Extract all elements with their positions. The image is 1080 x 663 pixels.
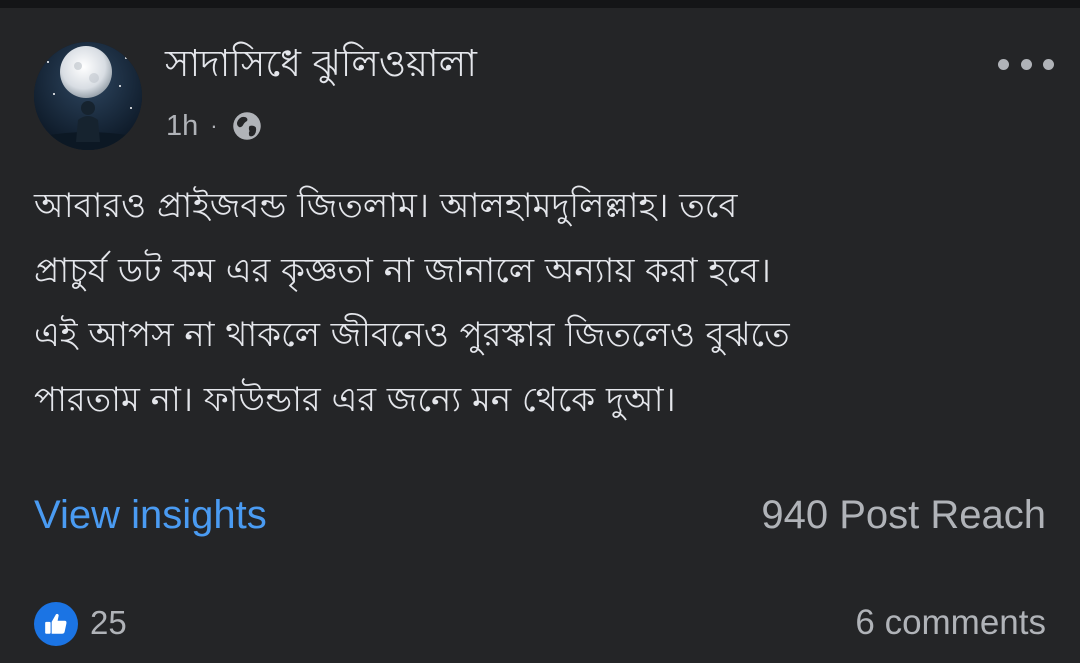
post-meta: 1h · — [166, 106, 262, 146]
post-author-name[interactable]: সাদাসিধে ঝুলিওয়ালা — [165, 38, 477, 90]
post-text-line: এই আপস না থাকলে জীবনেও পুরস্কার জিতলেও ব… — [34, 315, 790, 355]
thumbs-up-icon[interactable] — [34, 602, 78, 646]
post-time[interactable]: 1h — [166, 110, 198, 143]
avatar[interactable] — [34, 42, 142, 150]
more-options-icon[interactable] — [998, 52, 1054, 76]
post-text-line: পারতাম না। ফাউন্ডার এর জন্যে মন থেকে দুআ… — [34, 379, 676, 420]
post-text-line: আবারও প্রাইজবন্ড জিতলাম। আলহামদুলিল্লাহ।… — [34, 186, 738, 226]
avatar-image — [34, 42, 142, 150]
post-text: আবারও প্রাইজবন্ড জিতলাম। আলহামদুলিল্লাহ।… — [34, 174, 1054, 432]
meta-separator: · — [210, 113, 218, 138]
comments-count[interactable]: 6 comments — [855, 599, 1046, 647]
post-reach: 940 Post Reach — [761, 493, 1046, 537]
post-text-line: প্রাচুর্য ডট কম এর কৃজ্ঞতা না জানালে অন্… — [34, 250, 771, 291]
view-insights-link[interactable]: View insights — [34, 490, 267, 540]
top-strip — [0, 0, 1080, 8]
reaction-count[interactable]: 25 — [90, 599, 127, 647]
globe-icon[interactable] — [232, 111, 262, 141]
